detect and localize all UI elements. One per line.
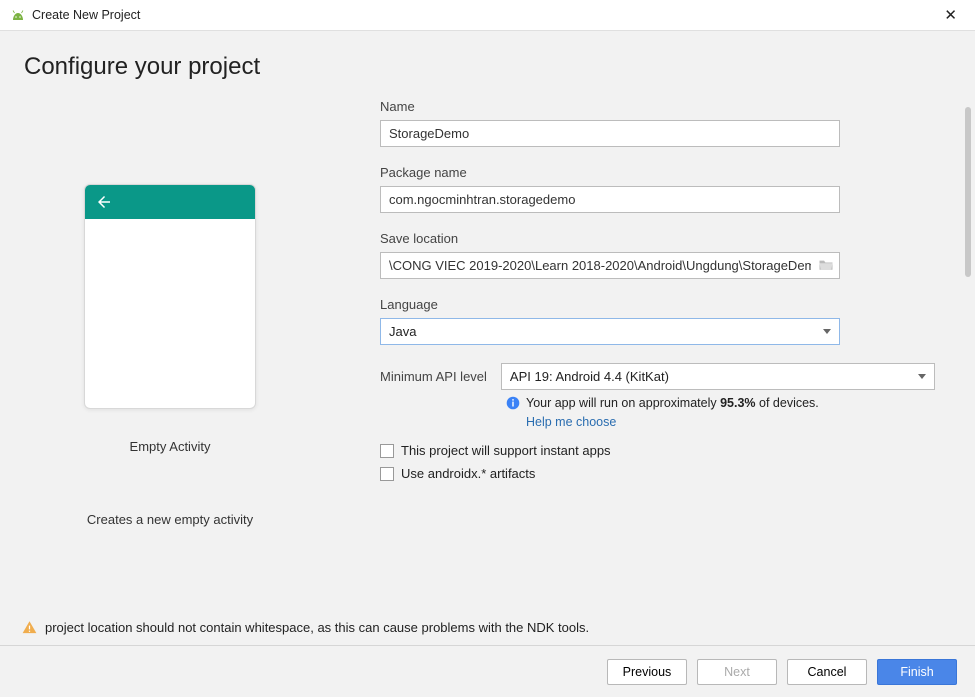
- save-location-input[interactable]: [380, 252, 840, 279]
- phone-preview: [84, 184, 256, 409]
- next-button: Next: [697, 659, 777, 685]
- scrollbar[interactable]: [965, 107, 971, 607]
- api-info: Your app will run on approximately 95.3%…: [506, 396, 935, 410]
- back-arrow-icon: [95, 193, 113, 211]
- package-input[interactable]: [380, 186, 840, 213]
- save-location-label: Save location: [380, 231, 935, 246]
- preview-title: Empty Activity: [130, 439, 211, 454]
- androidx-checkbox[interactable]: [380, 467, 394, 481]
- chevron-down-icon: [918, 374, 926, 379]
- close-button[interactable]: ✕: [936, 6, 965, 24]
- warning-row: project location should not contain whit…: [22, 620, 589, 635]
- window-title: Create New Project: [32, 8, 140, 22]
- instant-apps-checkbox[interactable]: [380, 444, 394, 458]
- cancel-button[interactable]: Cancel: [787, 659, 867, 685]
- language-label: Language: [380, 297, 935, 312]
- phone-toolbar: [85, 185, 255, 219]
- instant-apps-label: This project will support instant apps: [401, 443, 611, 458]
- help-me-choose-link[interactable]: Help me choose: [526, 415, 616, 429]
- finish-button[interactable]: Finish: [877, 659, 957, 685]
- language-dropdown[interactable]: Java: [380, 318, 840, 345]
- name-label: Name: [380, 99, 935, 114]
- info-icon: [506, 396, 520, 410]
- api-label: Minimum API level: [380, 369, 487, 384]
- form-column: Name Package name Save location Language: [350, 99, 955, 645]
- warning-text: project location should not contain whit…: [45, 620, 589, 635]
- title-bar: Create New Project ✕: [0, 0, 975, 30]
- bottom-bar: Previous Next Cancel Finish: [0, 645, 975, 697]
- previous-button[interactable]: Previous: [607, 659, 687, 685]
- name-input[interactable]: [380, 120, 840, 147]
- api-level-dropdown[interactable]: API 19: Android 4.4 (KitKat): [501, 363, 935, 390]
- androidx-label: Use androidx.* artifacts: [401, 466, 535, 481]
- page-heading: Configure your project: [24, 53, 951, 81]
- chevron-down-icon: [823, 329, 831, 334]
- preview-subtitle: Creates a new empty activity: [87, 512, 253, 527]
- browse-folder-icon[interactable]: [818, 258, 834, 274]
- android-icon: [10, 10, 26, 20]
- preview-column: Empty Activity Creates a new empty activ…: [20, 99, 350, 645]
- warning-icon: [22, 620, 37, 635]
- api-level-value: API 19: Android 4.4 (KitKat): [510, 369, 669, 384]
- package-label: Package name: [380, 165, 935, 180]
- language-value: Java: [389, 324, 416, 339]
